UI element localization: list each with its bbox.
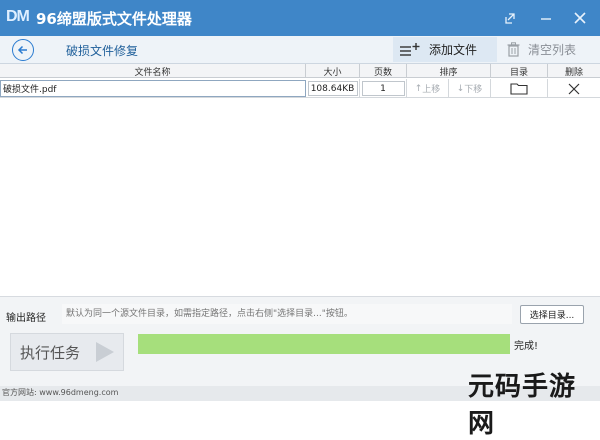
move-down-label: 下移 [464, 85, 483, 95]
table-row[interactable]: 破损文件.pdf 108.64KB 1 ↑ 上移 ↓ 下移 [0, 79, 600, 98]
file-size-cell: 108.64KB [306, 79, 360, 98]
close-icon[interactable] [566, 4, 594, 32]
run-task-button[interactable]: 执行任务 [10, 333, 124, 371]
open-folder-button[interactable] [491, 79, 548, 98]
clear-list-label: 清空列表 [528, 43, 577, 57]
column-header-size[interactable]: 大小 [306, 64, 360, 78]
column-header-name[interactable]: 文件名称 [0, 64, 306, 78]
minimize-icon[interactable] [532, 4, 560, 32]
column-header-delete[interactable]: 删除 [548, 64, 600, 78]
add-file-button[interactable]: 添加文件 [393, 37, 497, 62]
app-title: 96缔盟版式文件处理器 [36, 10, 192, 28]
column-header-order[interactable]: 排序 [407, 64, 491, 78]
website-link[interactable]: 官方网站: www.96dmeng.com [2, 387, 118, 398]
file-name-cell: 破损文件.pdf [0, 80, 306, 97]
page-count-cell: 1 [360, 79, 407, 98]
delete-icon [568, 83, 580, 94]
file-size-value: 108.64KB [307, 81, 358, 96]
table-header: 文件名称 大小 页数 排序 目录 删除 [0, 64, 600, 78]
add-list-icon [400, 42, 420, 56]
app-logo: DM [6, 8, 30, 25]
back-arrow-icon [17, 45, 27, 55]
page-count-value: 1 [361, 81, 405, 96]
move-up-label: 上移 [422, 85, 441, 95]
delete-row-button[interactable] [548, 79, 600, 98]
run-task-label: 执行任务 [20, 343, 81, 362]
add-file-label: 添加文件 [429, 43, 478, 57]
folder-icon [510, 83, 528, 95]
back-button[interactable] [12, 39, 34, 61]
play-icon [96, 342, 115, 362]
choose-directory-button[interactable]: 选择目录... [520, 305, 584, 324]
maximize-icon[interactable] [497, 4, 525, 32]
watermark-text: 元码手游网 [468, 372, 577, 439]
progress-fill [138, 334, 510, 354]
up-arrow-icon: ↑ [414, 83, 423, 94]
move-up-button[interactable]: ↑ 上移 [407, 79, 449, 98]
output-path-label: 输出路径 [6, 313, 46, 324]
column-header-pages[interactable]: 页数 [360, 64, 407, 78]
status-text: 完成! [514, 341, 539, 352]
column-header-folder[interactable]: 目录 [491, 64, 548, 78]
output-path-input[interactable] [62, 304, 512, 324]
page-title: 破损文件修复 [66, 44, 139, 58]
move-down-button[interactable]: ↓ 下移 [449, 79, 491, 98]
progress-bar [138, 334, 510, 354]
clear-list-button[interactable]: 清空列表 [500, 37, 594, 62]
file-list-area [0, 98, 600, 296]
trash-icon [507, 42, 520, 57]
down-arrow-icon: ↓ [456, 83, 465, 94]
